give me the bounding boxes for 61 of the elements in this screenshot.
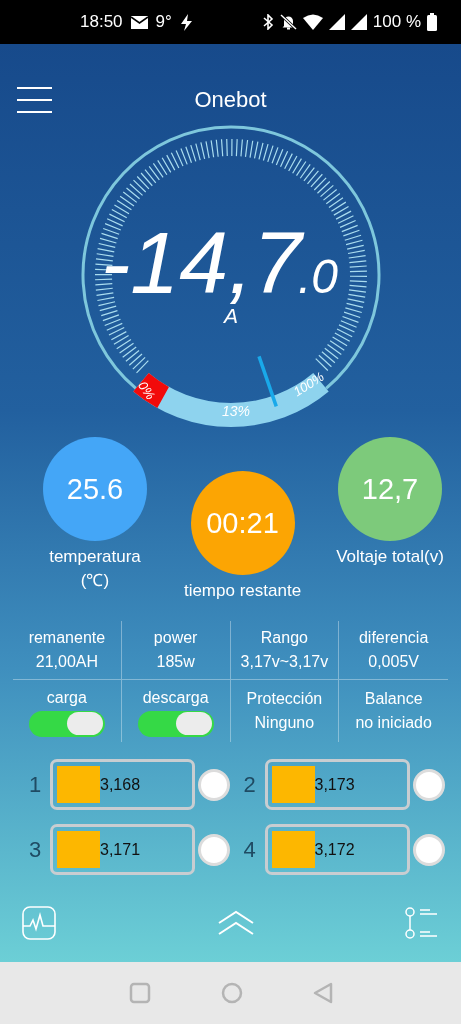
cell-voltage: 3,171 bbox=[100, 840, 141, 859]
cell-level-fill bbox=[57, 831, 100, 868]
mail-icon bbox=[130, 15, 148, 29]
cell-number: 4 bbox=[242, 836, 257, 863]
reading-circle: 25.6 bbox=[43, 437, 147, 541]
balance-indicator bbox=[198, 768, 230, 801]
stat-label: Rango bbox=[260, 628, 308, 648]
stat-value: 0,005V bbox=[368, 652, 419, 672]
toggle-switch[interactable] bbox=[28, 710, 105, 737]
cell-level-fill bbox=[271, 766, 315, 803]
bolt-icon bbox=[179, 13, 193, 31]
timeline-icon[interactable] bbox=[405, 906, 438, 940]
gauge-zero-marker bbox=[133, 372, 169, 408]
bell-off-icon bbox=[279, 14, 297, 30]
cell-number: 3 bbox=[27, 836, 43, 863]
reading-circle: 12,7 bbox=[338, 437, 442, 541]
balance-indicator bbox=[412, 768, 445, 801]
reading-label: tiempo restante bbox=[183, 580, 302, 602]
cell-level-fill bbox=[57, 766, 100, 803]
cell-number: 1 bbox=[27, 771, 43, 798]
overview-button[interactable] bbox=[128, 982, 151, 1004]
stat-label: power bbox=[153, 628, 198, 648]
cell-number: 2 bbox=[242, 771, 257, 798]
clock-time: 18:50 bbox=[80, 12, 123, 32]
cell-voltage: 3,172 bbox=[314, 840, 355, 859]
stat-value: Ninguno bbox=[254, 713, 315, 733]
battery-icon bbox=[427, 13, 437, 31]
stat-label: descarga bbox=[142, 687, 209, 708]
stat-value: no iniciado bbox=[355, 713, 432, 733]
stat-value: 185w bbox=[156, 652, 195, 672]
stat-label: Balance bbox=[364, 689, 423, 709]
menu-button[interactable] bbox=[17, 87, 52, 113]
stat-label: diferencia bbox=[358, 628, 429, 648]
bluetooth-icon bbox=[262, 14, 274, 30]
percent-label: 13% bbox=[221, 403, 250, 419]
stat-label: Protección bbox=[246, 689, 323, 709]
cell-level-fill bbox=[271, 831, 315, 868]
percent-label: 0% bbox=[134, 378, 158, 403]
signal-icon bbox=[328, 14, 345, 30]
pulse-icon[interactable] bbox=[22, 906, 56, 940]
home-button[interactable] bbox=[220, 982, 243, 1004]
stat-label: remanente bbox=[28, 628, 106, 648]
app-title: Onebot bbox=[194, 87, 267, 113]
gauge-needle bbox=[256, 355, 278, 407]
toggle-switch[interactable] bbox=[137, 710, 214, 737]
signal-icon bbox=[350, 14, 367, 30]
cell-voltage: 3,168 bbox=[100, 775, 141, 794]
reading-circle: 00:21 bbox=[190, 471, 295, 575]
wifi-icon bbox=[302, 14, 323, 30]
balance-indicator bbox=[198, 833, 230, 866]
stat-value: 3,17v~3,17v bbox=[240, 652, 329, 672]
reading-label: Voltaje total(v) bbox=[336, 546, 444, 568]
reading-label: temperatura (℃) bbox=[49, 546, 141, 592]
balance-indicator bbox=[412, 833, 445, 866]
stat-label: carga bbox=[46, 687, 87, 708]
stat-value: 21,00AH bbox=[35, 652, 98, 672]
back-button[interactable] bbox=[312, 982, 333, 1004]
weather-temperature: 9° bbox=[155, 12, 172, 32]
cell-voltage: 3,173 bbox=[314, 775, 355, 794]
battery-percentage: 100 % bbox=[372, 12, 421, 32]
double-chevron-up-icon[interactable] bbox=[217, 910, 254, 936]
